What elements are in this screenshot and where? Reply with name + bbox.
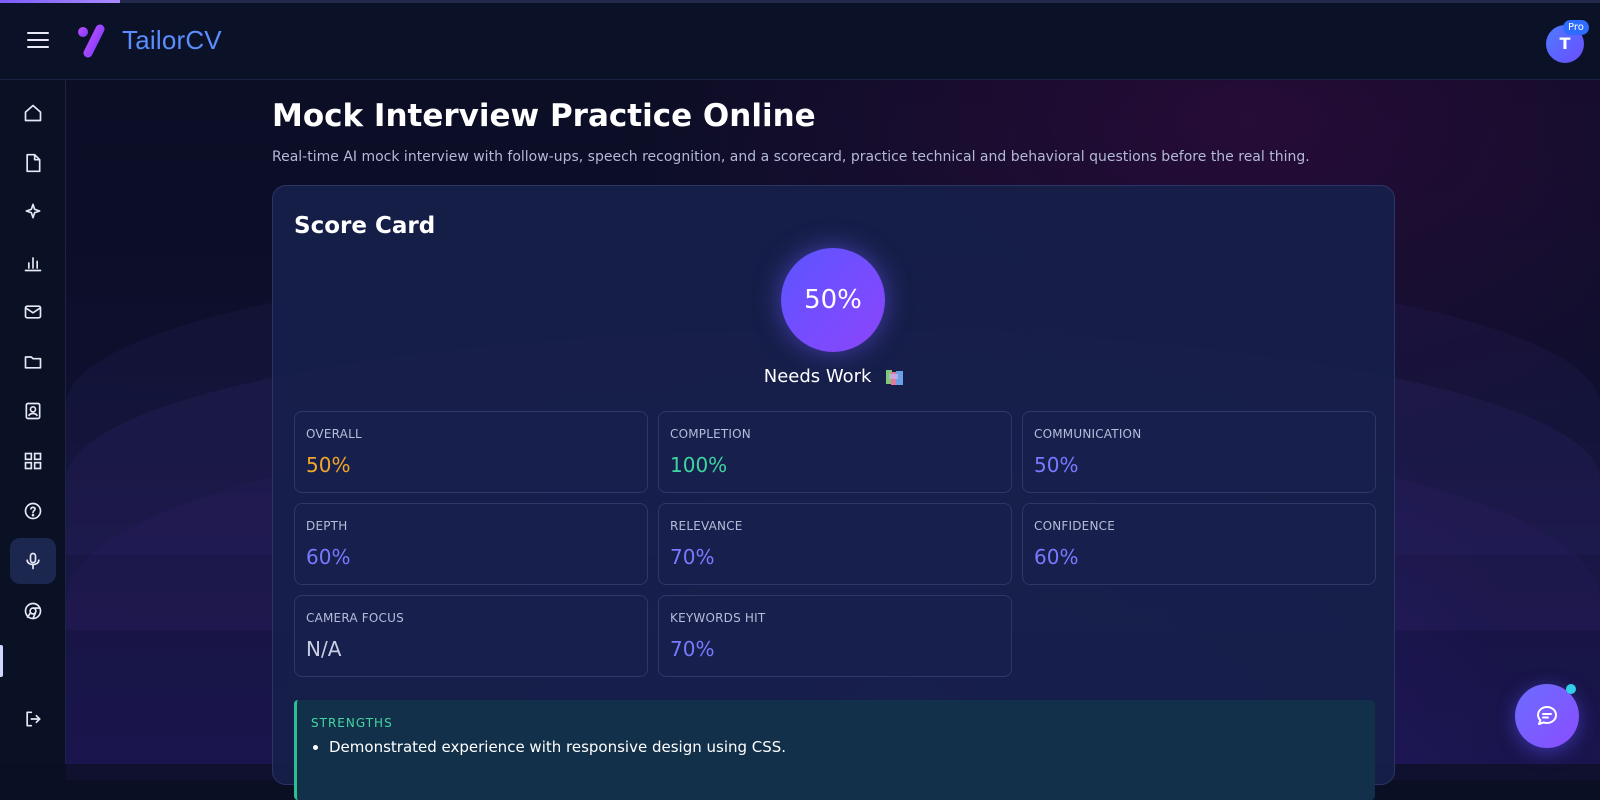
metric-card-keywords-hit: KEYWORDS HIT 70%: [658, 595, 1012, 677]
page-title: Mock Interview Practice Online: [272, 98, 816, 134]
score-card: Score Card 50% Needs Work OVERALL 50% CO…: [272, 185, 1396, 800]
metric-label: OVERALL: [306, 427, 362, 441]
metric-label: RELEVANCE: [670, 519, 743, 533]
score-verdict: Needs Work: [273, 366, 1396, 387]
strengths-list: Demonstrated experience with responsive …: [311, 738, 786, 756]
logout-button[interactable]: [10, 696, 56, 742]
chrome-icon: [24, 602, 42, 620]
metric-card-completion: COMPLETION 100%: [658, 411, 1012, 493]
home-icon: [24, 104, 42, 122]
books-icon: [886, 370, 904, 385]
document-icon: [26, 153, 41, 173]
metric-label: DEPTH: [306, 519, 348, 533]
sidebar-item-mock-interview[interactable]: [10, 538, 56, 584]
page-subtitle: Real-time AI mock interview with follow-…: [272, 149, 1310, 165]
sidebar-item-documents[interactable]: [10, 140, 56, 186]
metric-value: 50%: [306, 453, 351, 477]
sidebar-item-help[interactable]: [10, 488, 56, 534]
metric-value: 100%: [670, 453, 728, 477]
sidebar-item-profile[interactable]: [10, 388, 56, 434]
verdict-text: Needs Work: [763, 366, 872, 387]
sparkle-icon: [25, 203, 41, 219]
metric-value: 70%: [670, 637, 715, 661]
pro-badge: Pro: [1563, 20, 1589, 35]
app-name[interactable]: TailorCV: [122, 25, 222, 56]
metric-card-depth: DEPTH 60%: [294, 503, 648, 585]
sidebar-item-home[interactable]: [10, 90, 56, 136]
menu-icon[interactable]: [27, 29, 49, 49]
metric-card-overall: OVERALL 50%: [294, 411, 648, 493]
logout-icon: [26, 711, 41, 727]
metric-value: 50%: [1034, 453, 1079, 477]
active-indicator: [0, 645, 3, 677]
metric-label: COMMUNICATION: [1034, 427, 1142, 441]
metric-value: N/A: [306, 637, 342, 661]
bar-chart-icon: [24, 257, 42, 272]
sidebar-item-apps[interactable]: [10, 438, 56, 484]
metric-card-communication: COMMUNICATION 50%: [1022, 411, 1376, 493]
microphone-icon: [26, 552, 40, 570]
folder-icon: [24, 356, 42, 369]
chat-icon: [1537, 706, 1557, 725]
metric-label: CAMERA FOCUS: [306, 611, 404, 625]
metric-card-camera-focus: CAMERA FOCUS N/A: [294, 595, 648, 677]
score-card-title: Score Card: [294, 213, 436, 239]
help-icon: [24, 502, 42, 520]
metric-value: 70%: [670, 545, 715, 569]
sidebar-item-extension[interactable]: [10, 588, 56, 634]
metric-value: 60%: [306, 545, 351, 569]
sidebar-item-folder[interactable]: [10, 339, 56, 385]
metric-value: 60%: [1034, 545, 1079, 569]
metric-card-relevance: RELEVANCE 70%: [658, 503, 1012, 585]
metric-label: KEYWORDS HIT: [670, 611, 766, 625]
list-item: Demonstrated experience with responsive …: [329, 738, 786, 756]
metric-label: COMPLETION: [670, 427, 751, 441]
sidebar-item-mail[interactable]: [10, 289, 56, 335]
strengths-panel: STRENGTHS Demonstrated experience with r…: [294, 700, 1375, 800]
sidebar: [0, 80, 66, 764]
grid-icon: [24, 452, 42, 470]
notification-dot: [1566, 684, 1576, 694]
metric-label: CONFIDENCE: [1034, 519, 1116, 533]
mail-icon: [24, 305, 42, 319]
top-header: TailorCV T Pro: [0, 3, 1600, 80]
contact-card-icon: [25, 402, 41, 420]
overall-score-circle: 50%: [781, 248, 885, 352]
sidebar-item-analytics[interactable]: [10, 240, 56, 286]
metric-card-confidence: CONFIDENCE 60%: [1022, 503, 1376, 585]
strengths-title: STRENGTHS: [311, 716, 393, 730]
sidebar-item-ai[interactable]: [10, 188, 56, 234]
logo-icon: [78, 24, 105, 58]
